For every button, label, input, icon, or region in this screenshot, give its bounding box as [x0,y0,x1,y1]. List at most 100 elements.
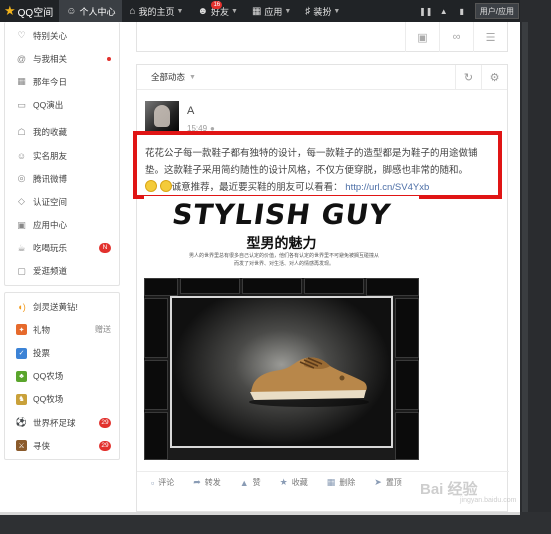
football-icon: ⚽ [15,417,28,428]
pause-icon[interactable]: ❚❚ [417,0,435,22]
sidebar-item-qq-farm[interactable]: ♣ QQ农场 [5,365,119,388]
sidebar-item-qq-ranch[interactable]: ♞ QQ牧场 [5,388,119,411]
avatar[interactable] [145,101,179,135]
post-image[interactable]: STYLISH GUY 型男的魅力 男人的世界里总有很多自己认定的价值，他们各有… [144,196,419,460]
camera-icon[interactable]: ▣ [405,22,439,52]
food-icon: ☕ [17,242,26,253]
chevron-down-icon: ▼ [176,7,184,15]
like-button[interactable]: ▲ 赞 [240,477,261,488]
weibo-icon: ◎ [17,173,26,184]
heart-icon: ♡ [17,30,26,41]
sidebar-item-world-cup[interactable]: ⚽ 世界杯足球 29 [5,411,119,434]
friends-count-badge: 16 [211,1,223,9]
nav-dress-up[interactable]: ♯ 装扮 ▼ [298,0,347,22]
calendar-icon: ▦ [17,76,26,87]
ad-photo-grid [144,278,419,460]
sidebar-item-real-name-friends[interactable]: ☺ 实名朋友 [5,144,119,167]
feed-filter-dropdown[interactable]: 全部动态 [151,71,185,83]
sidebar-item-label: 应用中心 [33,220,68,231]
count-badge: 29 [99,417,111,428]
sidebar-item-app-center[interactable]: ▣ 应用中心 [5,214,119,237]
app-center-icon: ▣ [17,219,26,230]
shoe-photo [170,296,393,448]
sidebar-item-promo[interactable]: ◖) 剑灵送黄钻! [5,295,119,318]
share-button[interactable]: ➦ 转发 [193,477,221,488]
left-sidebar: ♡ 特别关心 @ 与我相关 ▦ 那年今日 ▭ QQ演出 ☖ 我的收藏 ☺ 实名朋友 ◎ 腾讯微… [4,22,120,466]
sidebar-item-shopping[interactable]: ▢ 爱逛频道 [5,260,119,283]
status-composer[interactable]: ▣ ∞ ☰ [136,22,508,52]
sidebar-item-gifts[interactable]: ✦ 礼物 赠送 [5,318,119,341]
new-badge: N [99,243,111,254]
baidu-jingyan-watermark: Bai 经验 jingyan.baidu.com [420,478,516,504]
sidebar-item-qq-show[interactable]: ▭ QQ演出 [5,94,119,117]
action-label: 收藏 [291,478,308,487]
user-center-button[interactable]: 用户/应用 [474,3,519,19]
refresh-icon[interactable]: ↻ [455,64,481,90]
action-label: 删除 [339,478,356,487]
gear-icon[interactable]: ⚙ [481,64,507,90]
vertical-scrollbar[interactable] [522,22,528,512]
sidebar-menu-apps: ◖) 剑灵送黄钻! ✦ 礼物 赠送 ✓ 投票 ♣ QQ农场 ♞ QQ牧场 ⚽ 世界杯足球 29 … [4,292,120,461]
sidebar-item-label: 世界杯足球 [33,417,76,428]
composer-tools: ▣ ∞ ☰ [405,22,507,52]
sidebar-item-vote[interactable]: ✓ 投票 [5,341,119,364]
farm-icon: ♣ [16,370,27,382]
link-icon[interactable]: ∞ [439,22,473,52]
delete-button[interactable]: ▦ 删除 [327,477,356,488]
chevron-down-icon: ▼ [333,7,341,15]
shirt-icon: ♯ [305,5,311,17]
nav-personal-center[interactable]: ☺ 个人中心 [59,0,123,22]
sidebar-item-related-to-me[interactable]: @ 与我相关 [5,47,119,70]
sidebar-item-verified-space[interactable]: ◇ 认证空间 [5,190,119,213]
ad-subtitle: 型男的魅力 [246,235,317,251]
logo-text: QQ空间 [17,7,54,19]
feed-header: 全部动态 ▼ ↻ ⚙ [137,64,507,90]
qzone-logo[interactable]: ★ QQ空间 [0,0,59,22]
sidebar-item-label: 剑灵送黄钻! [33,301,78,312]
sidebar-item-label: 投票 [33,348,51,359]
bar-chart-icon[interactable]: ▮ [453,0,471,22]
send-gift-link[interactable]: 赠送 [95,324,111,335]
verified-icon: ◇ [18,196,25,207]
frame-divider [0,512,520,515]
ticket-icon: ▭ [17,99,26,110]
ad-description: 男人的世界里总有很多自己认定的价值，他们各有认定的世界里不可避免被搁互碰撞从而发… [189,253,380,267]
at-icon: @ [16,53,27,64]
sidebar-item-label: 与我相关 [33,53,68,64]
chevron-down-icon: ▼ [189,73,196,81]
top-navigation-bar: ★ QQ空间 ☺ 个人中心 ⌂ 我的主页 ▼ ☻ 16 好友 ▼ ▦ 应用 ▼ … [0,0,520,22]
sidebar-item-label: 腾讯微博 [33,173,68,184]
sidebar-item-xunxia[interactable]: ⚔ 寻侠 29 [5,434,119,457]
sidebar-item-label: 礼物 [33,324,51,335]
action-label: 赞 [252,478,261,487]
sidebar-item-label: 寻侠 [33,440,51,451]
sidebar-item-food-fun[interactable]: ☕ 吃喝玩乐 N [5,237,119,260]
signal-bars-icon[interactable]: ▲ [435,0,453,22]
sidebar-item-special-care[interactable]: ♡ 特别关心 [5,24,119,47]
nav-label: 个人中心 [79,6,116,17]
pin-button[interactable]: ➤ 置顶 [374,477,402,488]
sidebar-item-label: QQ牧场 [33,394,64,405]
watermark-url: jingyan.baidu.com [460,497,517,504]
comment-button[interactable]: ▫ 评论 [151,477,174,488]
pin-icon: ➤ [374,477,382,487]
apps-grid-icon: ▦ [251,5,262,17]
gift-icon: ✦ [16,324,27,336]
nav-apps[interactable]: ▦ 应用 ▼ [245,0,298,22]
annotation-highlight-box [133,131,502,199]
sidebar-item-tencent-weibo[interactable]: ◎ 腾讯微博 [5,167,119,190]
more-tools-icon[interactable]: ☰ [473,22,507,52]
watermark-brand: Bai 经验 [420,481,478,498]
sidebar-item-favorites[interactable]: ☖ 我的收藏 [5,121,119,144]
home-icon: ⌂ [129,5,136,17]
sidebar-item-label: 实名朋友 [33,150,68,161]
favorite-button[interactable]: ★ 收藏 [280,477,308,488]
nav-label: 我的主页 [138,6,175,17]
sidebar-item-on-this-day[interactable]: ▦ 那年今日 [5,70,119,93]
window-frame-bottom [0,512,551,534]
post-author[interactable]: A [187,105,194,117]
nav-friends[interactable]: ☻ 16 好友 ▼ [190,0,244,22]
nav-my-homepage[interactable]: ⌂ 我的主页 ▼ [122,0,190,22]
game-icon: ⚔ [16,440,27,452]
sidebar-item-label: 认证空间 [33,196,68,207]
